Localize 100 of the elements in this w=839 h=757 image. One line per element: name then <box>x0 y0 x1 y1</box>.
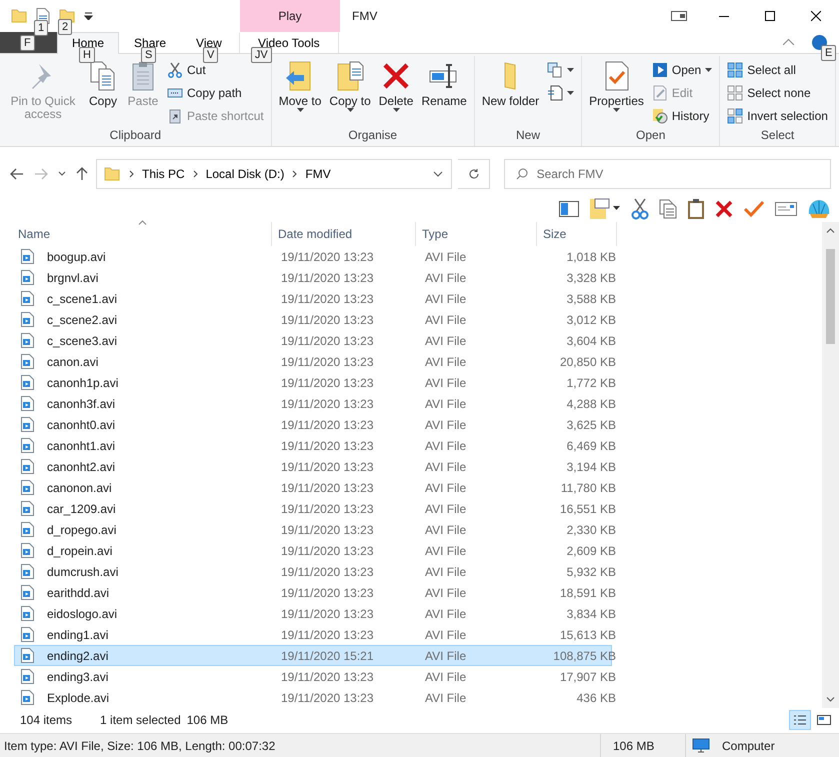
ribbon-button[interactable]: Properties <box>586 56 647 128</box>
type-cell-text: AVI File <box>424 418 468 432</box>
ribbon-button[interactable]: Delete <box>376 56 416 128</box>
chevron-icon <box>192 170 198 178</box>
clipboard-icon[interactable] <box>687 198 705 220</box>
ribbon-button[interactable]: Move to <box>276 56 324 128</box>
help-icon[interactable] <box>812 34 827 50</box>
keytip: S <box>141 47 156 63</box>
properties-icon[interactable] <box>775 202 797 216</box>
ribbon-button[interactable]: Copy to <box>326 56 374 128</box>
ribbon-button[interactable]: New folder <box>478 56 542 128</box>
ribbon-button[interactable]: Rename <box>418 56 470 128</box>
file-name: canonon.avi <box>46 480 113 495</box>
group-label: Organise <box>347 128 398 144</box>
size-cell-text: 20,850 KB <box>558 354 617 369</box>
breadcrumb[interactable]: Local Disk (D:) <box>206 166 284 181</box>
type-cell-text: AVI File <box>424 292 468 306</box>
scrollbar[interactable] <box>822 222 839 708</box>
file-name: eidoslogo.avi <box>46 606 118 621</box>
video-file-icon <box>21 249 34 264</box>
size-cell-text: 11,780 KB <box>560 480 617 495</box>
video-file-icon <box>21 690 34 706</box>
shell-icon[interactable] <box>807 198 831 220</box>
tablet-icon[interactable] <box>671 11 687 21</box>
video-file-icon <box>21 375 34 390</box>
scroll-up-icon <box>826 228 835 234</box>
date-cell-text: 19/11/2020 13:23 <box>280 690 375 705</box>
column-header[interactable]: Date modified <box>272 222 416 246</box>
file-name: earithdd.avi <box>46 586 110 600</box>
new-item-icon <box>547 62 564 78</box>
refresh-button[interactable] <box>458 158 490 189</box>
breadcrumb[interactable]: This PC <box>142 166 185 181</box>
scroll-thumb[interactable] <box>826 249 835 344</box>
easy-access-icon <box>547 85 564 102</box>
ribbon-button[interactable]: Copy path <box>164 82 267 104</box>
keytip: 1 <box>34 20 48 36</box>
file-name: canonht1.avi <box>46 438 116 453</box>
video-file-icon <box>21 417 34 432</box>
type-cell-text: AVI File <box>424 396 468 411</box>
video-file-icon <box>21 459 34 474</box>
date-cell-text: 19/11/2020 13:23 <box>280 460 375 474</box>
video-file-icon <box>21 606 34 622</box>
type-cell-text: AVI File <box>424 354 468 369</box>
collapse-ribbon-icon[interactable] <box>783 39 794 46</box>
column-header[interactable]: Name <box>12 222 272 246</box>
file-tab[interactable]: F <box>0 32 57 53</box>
details-view-button[interactable] <box>789 710 811 730</box>
check-icon[interactable] <box>743 200 765 218</box>
copy-icon[interactable] <box>659 198 677 219</box>
ribbon-button[interactable]: Open <box>648 60 716 81</box>
up-button[interactable] <box>74 164 90 183</box>
search-field[interactable]: Search FMV <box>504 158 831 189</box>
date-cell-text: 19/11/2020 13:23 <box>280 670 375 684</box>
scroll-down-icon <box>826 697 835 702</box>
history-icon <box>652 108 668 124</box>
video-file-icon <box>21 585 34 600</box>
file-name: dumcrush.avi <box>46 564 120 579</box>
file-name: c_scene3.avi <box>46 334 118 348</box>
column-header[interactable]: Size <box>537 222 617 246</box>
address-bar[interactable]: This PC Local Disk (D:) FMV <box>96 158 452 189</box>
date-cell-text: 19/11/2020 13:23 <box>280 250 375 264</box>
play-icon <box>652 62 668 78</box>
details-text: Item type: AVI File, Size: 106 MB, Length: 00:07:32 <box>3 738 276 753</box>
size-cell-text: 16,551 KB <box>558 502 617 516</box>
scissors-icon[interactable] <box>631 198 649 220</box>
back-button[interactable] <box>8 166 26 182</box>
window-title: FMV <box>351 8 378 25</box>
type-cell-text: AVI File <box>424 480 468 495</box>
edit-icon <box>652 85 668 102</box>
type-cell-text: AVI File <box>424 670 468 684</box>
delete-icon[interactable] <box>715 200 733 218</box>
ribbon-button[interactable]: Invert selection <box>724 106 831 127</box>
type-cell-text: AVI File <box>424 334 468 348</box>
dropdown-icon[interactable] <box>433 170 444 177</box>
column-header[interactable]: Type <box>416 222 537 246</box>
size-cell-text: 3,328 KB <box>566 270 617 285</box>
group-label: Clipboard <box>108 128 162 144</box>
date-cell-text: 19/11/2020 13:23 <box>280 564 375 579</box>
file-name: canon.avi <box>46 354 100 369</box>
date-cell-text: 19/11/2020 13:23 <box>280 502 375 516</box>
folder-options-icon[interactable] <box>589 198 621 220</box>
video-file-icon <box>21 396 34 412</box>
file-name: canonh3f.avi <box>46 396 116 411</box>
date-cell-text: 19/11/2020 13:23 <box>280 376 375 390</box>
recent-locations-button[interactable] <box>56 169 68 178</box>
type-cell-text: AVI File <box>424 250 468 264</box>
ribbon-button[interactable]: Select none <box>724 82 831 104</box>
computer-icon <box>692 738 710 754</box>
breadcrumb[interactable]: FMV <box>305 166 331 181</box>
keytip: 2 <box>58 19 72 35</box>
size-cell-text: 18,591 KB <box>558 586 617 600</box>
preview-pane-icon[interactable] <box>559 200 579 217</box>
date-cell-text: 19/11/2020 13:23 <box>280 544 375 558</box>
ribbon-button[interactable]: History <box>648 106 716 127</box>
selection-count: 1 item selected <box>99 712 182 727</box>
size-cell-text: 436 KB <box>576 690 617 705</box>
close-icon <box>811 11 821 21</box>
sort-icon <box>138 220 147 226</box>
ribbon-button[interactable]: Select all <box>724 60 831 81</box>
customize-icon[interactable] <box>84 12 93 20</box>
